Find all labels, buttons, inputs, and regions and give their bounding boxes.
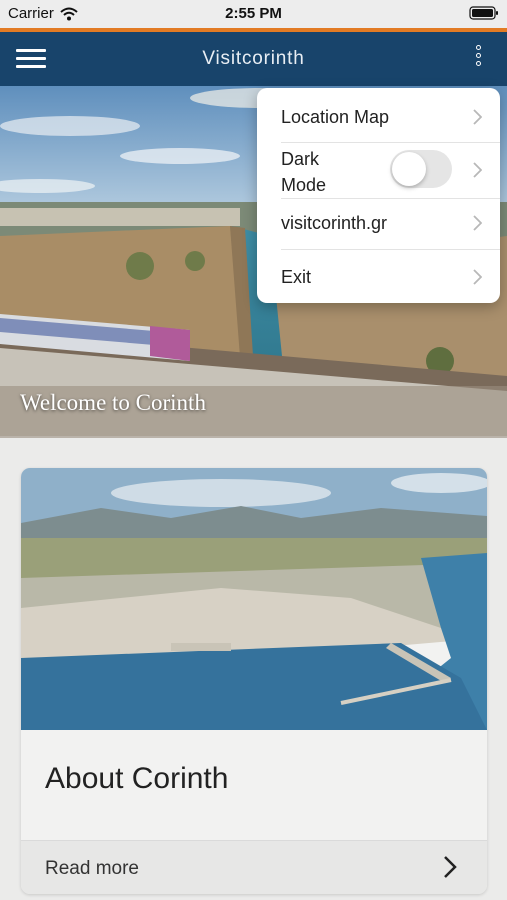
menu-item-label: Dark Mode bbox=[281, 149, 327, 195]
chevron-right-icon bbox=[473, 109, 482, 125]
options-dropdown-menu: Location Map Dark Mode visitcorinth.gr E… bbox=[257, 88, 500, 303]
read-more-label: Read more bbox=[45, 858, 139, 879]
toggle-knob bbox=[392, 152, 426, 186]
dark-mode-toggle[interactable] bbox=[390, 150, 452, 188]
menu-item-label: visitcorinth.gr bbox=[281, 213, 388, 233]
menu-separator bbox=[281, 198, 500, 199]
menu-item-label: Exit bbox=[281, 267, 312, 287]
chevron-right-icon bbox=[473, 215, 482, 231]
battery-icon bbox=[469, 6, 499, 24]
menu-item-label: Location Map bbox=[281, 107, 390, 127]
chevron-right-icon bbox=[444, 856, 457, 878]
hero-caption: Welcome to Corinth bbox=[20, 390, 206, 415]
about-card[interactable]: About Corinth Read more bbox=[21, 468, 487, 894]
status-bar: Carrier 2:55 PM bbox=[0, 0, 507, 28]
vertical-dots-icon[interactable] bbox=[469, 45, 487, 73]
menu-item-exit[interactable]: Exit bbox=[257, 262, 500, 292]
navigation-bar: Visitcorinth bbox=[0, 32, 507, 86]
read-more-button[interactable]: Read more bbox=[21, 840, 487, 894]
clock: 2:55 PM bbox=[225, 5, 282, 22]
menu-separator bbox=[281, 249, 500, 250]
corinth-aerial-city-photo bbox=[21, 468, 487, 730]
chevron-right-icon bbox=[473, 162, 482, 178]
card-title: About Corinth bbox=[45, 762, 229, 795]
chevron-right-icon bbox=[473, 269, 482, 285]
menu-item-dark-mode[interactable]: Dark Mode bbox=[257, 146, 500, 198]
menu-item-location-map[interactable]: Location Map bbox=[257, 102, 500, 132]
menu-separator bbox=[281, 142, 500, 143]
menu-item-website[interactable]: visitcorinth.gr bbox=[257, 208, 500, 238]
app-title: Visitcorinth bbox=[202, 48, 305, 69]
